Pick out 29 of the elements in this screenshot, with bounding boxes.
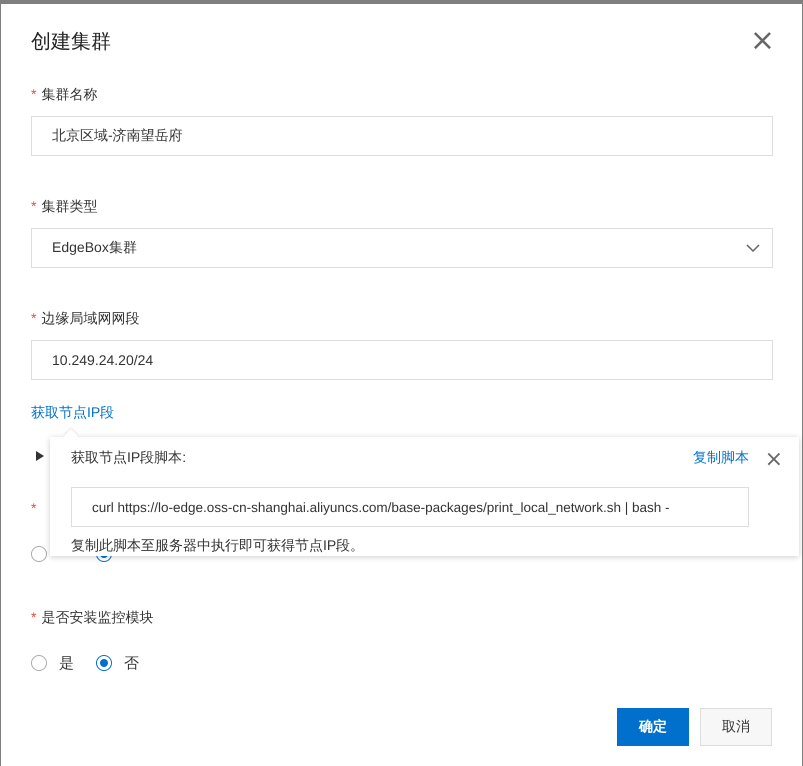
field-label: 集群类型 xyxy=(41,198,98,216)
popover-title: 获取节点IP段脚本: xyxy=(71,449,186,467)
cancel-button[interactable]: 取消 xyxy=(700,708,772,746)
copy-script-link[interactable]: 复制脚本 xyxy=(693,449,749,467)
radio-button[interactable] xyxy=(31,655,47,671)
close-button[interactable]: × xyxy=(750,26,775,56)
dialog-title: 创建集群 xyxy=(31,30,111,54)
required-mark: * xyxy=(31,609,36,627)
script-field[interactable]: curl https://lo-edge.oss-cn-shanghai.aliyuncs.com/base-packages/print_local_network.sh | bash - xyxy=(71,487,749,527)
input-field[interactable]: 北京区域-济南望岳府 xyxy=(31,116,773,156)
required-mark: * xyxy=(31,198,36,216)
field-label: 是否安装监控模块 xyxy=(41,609,154,627)
required-mark: * xyxy=(31,310,36,328)
chevron-down-icon xyxy=(746,244,760,252)
confirm-button[interactable]: 确定 xyxy=(617,708,689,746)
radio-label: 是 xyxy=(59,654,74,672)
expand-triangle-icon[interactable] xyxy=(36,451,44,461)
radio-button[interactable] xyxy=(31,546,47,562)
select-field[interactable]: EdgeBox集群 xyxy=(31,228,773,268)
ip-range-link[interactable]: 获取节点IP段 xyxy=(31,404,114,422)
input-field[interactable]: 10.249.24.20/24 xyxy=(31,340,773,380)
popover-hint: 复制此脚本至服务器中执行即可获得节点IP段。 xyxy=(71,537,364,553)
radio-button[interactable] xyxy=(96,655,112,671)
field-label: 集群名称 xyxy=(41,86,98,104)
close-button[interactable]: × xyxy=(764,449,783,471)
required-mark: * xyxy=(31,500,36,518)
radio-label: 否 xyxy=(124,654,139,672)
field-label: 边缘局域网网段 xyxy=(41,310,140,328)
required-mark: * xyxy=(31,86,36,104)
